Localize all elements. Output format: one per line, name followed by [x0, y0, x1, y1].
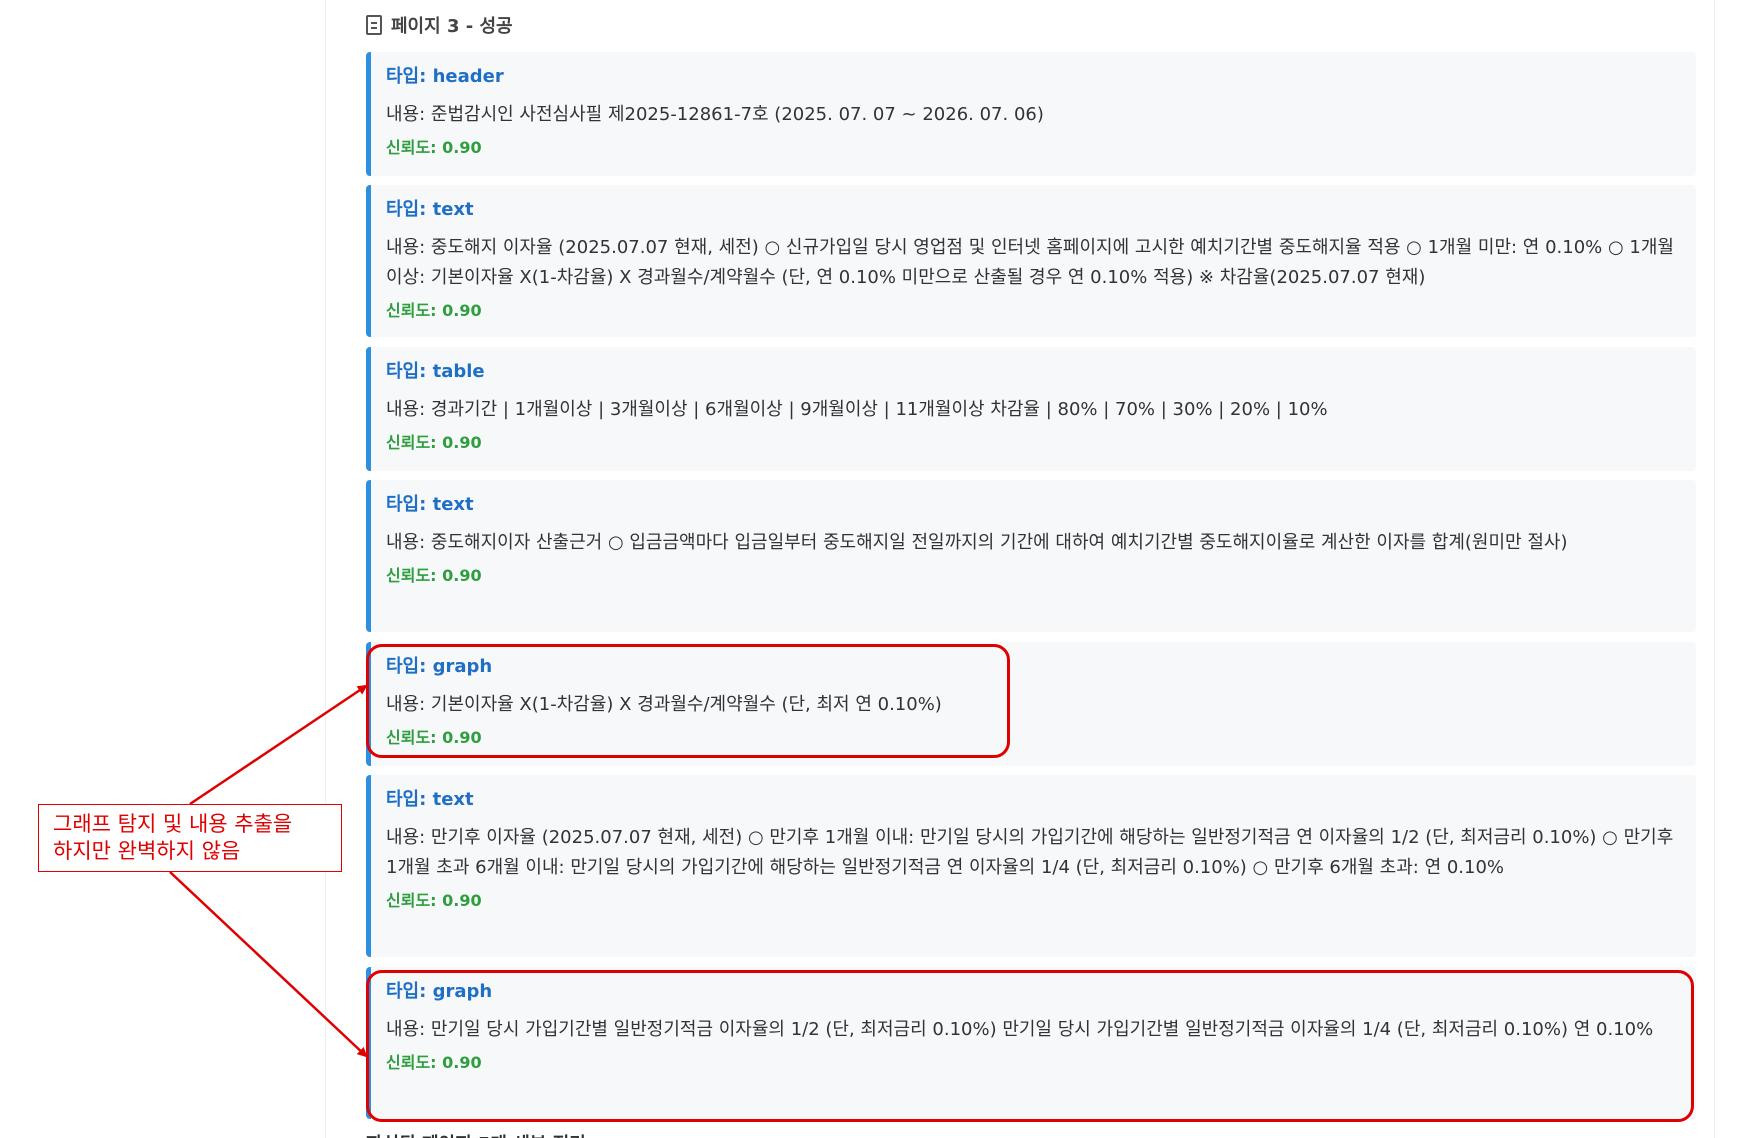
card-type: 타입: text [386, 494, 1684, 516]
result-card-text: 타입: text 내용: 중도해지이자 산출근거 ○ 입금금액마다 입금일부터 … [366, 480, 1696, 632]
type-prefix: 타입: [386, 789, 433, 810]
page-header: 페이지 3 - 성공 [366, 12, 513, 38]
result-card-text: 타입: text 내용: 만기후 이자율 (2025.07.07 현재, 세전)… [366, 775, 1696, 957]
type-value: text [432, 789, 474, 810]
card-confidence: 신뢰도: 0.90 [386, 728, 1684, 748]
content-prefix: 내용: [386, 237, 431, 258]
content-prefix: 내용: [386, 1019, 431, 1040]
card-content: 내용: 만기후 이자율 (2025.07.07 현재, 세전) ○ 만기후 1개… [386, 823, 1684, 883]
content-prefix: 내용: [386, 532, 431, 553]
type-value: graph [432, 981, 493, 1002]
card-confidence: 신뢰도: 0.90 [386, 138, 1684, 158]
content-value: 준법감시인 사전심사필 제2025-12861-7호 (2025. 07. 07… [430, 104, 1044, 125]
type-prefix: 타입: [386, 981, 433, 1002]
content-value: 경과기간 | 1개월이상 | 3개월이상 | 6개월이상 | 9개월이상 | 1… [430, 399, 1328, 420]
card-content: 내용: 기본이자율 X(1-차감율) X 경과월수/계약월수 (단, 최저 연 … [386, 690, 1684, 720]
card-confidence: 신뢰도: 0.90 [386, 566, 1684, 586]
content-value: 기본이자율 X(1-차감율) X 경과월수/계약월수 (단, 최저 연 0.10… [430, 694, 942, 715]
annotation-line-2: 하지만 완벽하지 않음 [53, 839, 241, 863]
result-card-graph: 타입: graph 내용: 만기일 당시 가입기간별 일반정기적금 이자율의 1… [366, 967, 1696, 1119]
confidence-prefix: 신뢰도: [386, 891, 443, 910]
card-content: 내용: 중도해지 이자율 (2025.07.07 현재, 세전) ○ 신규가입일… [386, 233, 1684, 293]
annotation-line-1: 그래프 탐지 및 내용 추출을 [53, 812, 293, 836]
type-prefix: 타입: [386, 656, 433, 677]
content-value: 중도해지 이자율 (2025.07.07 현재, 세전) ○ 신규가입일 당시 … [386, 237, 1674, 288]
card-type: 타입: graph [386, 981, 1684, 1003]
type-value: header [432, 66, 504, 87]
confidence-value: 0.90 [442, 728, 482, 747]
card-type: 타입: text [386, 789, 1684, 811]
screenshot-stage: 페이지 3 - 성공 타입: header 내용: 준법감시인 사전심사필 제2… [0, 0, 1738, 1138]
result-card-graph: 타입: graph 내용: 기본이자율 X(1-차감율) X 경과월수/계약월수… [366, 642, 1696, 766]
content-value: 중도해지이자 산출근거 ○ 입금금액마다 입금일부터 중도해지일 전일까지의 기… [430, 532, 1568, 553]
card-type: 타입: graph [386, 656, 1684, 678]
confidence-prefix: 신뢰도: [386, 433, 443, 452]
confidence-value: 0.90 [442, 1053, 482, 1072]
type-value: text [432, 199, 474, 220]
card-content: 내용: 만기일 당시 가입기간별 일반정기적금 이자율의 1/2 (단, 최저금… [386, 1015, 1684, 1045]
card-type: 타입: header [386, 66, 1684, 88]
card-confidence: 신뢰도: 0.90 [386, 1053, 1684, 1073]
type-prefix: 타입: [386, 494, 433, 515]
card-content: 내용: 중도해지이자 산출근거 ○ 입금금액마다 입금일부터 중도해지일 전일까… [386, 528, 1684, 558]
confidence-prefix: 신뢰도: [386, 728, 443, 747]
confidence-value: 0.90 [442, 891, 482, 910]
type-value: graph [432, 656, 493, 677]
content-value: 만기일 당시 가입기간별 일반정기적금 이자율의 1/2 (단, 최저금리 0.… [430, 1019, 1654, 1040]
confidence-value: 0.90 [442, 138, 482, 157]
confidence-value: 0.90 [442, 566, 482, 585]
content-prefix: 내용: [386, 399, 431, 420]
card-confidence: 신뢰도: 0.90 [386, 891, 1684, 911]
results-panel: 페이지 3 - 성공 타입: header 내용: 준법감시인 사전심사필 제2… [325, 0, 1715, 1138]
card-confidence: 신뢰도: 0.90 [386, 301, 1684, 321]
card-type: 타입: text [386, 199, 1684, 221]
card-confidence: 신뢰도: 0.90 [386, 433, 1684, 453]
result-card-text: 타입: text 내용: 중도해지 이자율 (2025.07.07 현재, 세전… [366, 185, 1696, 337]
card-content: 내용: 준법감시인 사전심사필 제2025-12861-7호 (2025. 07… [386, 100, 1684, 130]
type-prefix: 타입: [386, 199, 433, 220]
annotation-callout: 그래프 탐지 및 내용 추출을 하지만 완벽하지 않음 [38, 804, 342, 872]
card-content: 내용: 경과기간 | 1개월이상 | 3개월이상 | 6개월이상 | 9개월이상… [386, 395, 1684, 425]
confidence-prefix: 신뢰도: [386, 301, 443, 320]
content-value: 만기후 이자율 (2025.07.07 현재, 세전) ○ 만기후 1개월 이내… [386, 827, 1674, 878]
type-value: text [432, 494, 474, 515]
confidence-prefix: 신뢰도: [386, 138, 443, 157]
confidence-value: 0.90 [442, 433, 482, 452]
card-type: 타입: table [386, 361, 1684, 383]
result-card-header: 타입: header 내용: 준법감시인 사전심사필 제2025-12861-7… [366, 52, 1696, 176]
confidence-prefix: 신뢰도: [386, 1053, 443, 1072]
page-title: 페이지 3 - 성공 [391, 16, 513, 37]
confidence-value: 0.90 [442, 301, 482, 320]
content-prefix: 내용: [386, 104, 431, 125]
content-prefix: 내용: [386, 827, 431, 848]
document-icon [366, 15, 382, 35]
content-prefix: 내용: [386, 694, 431, 715]
result-card-table: 타입: table 내용: 경과기간 | 1개월이상 | 3개월이상 | 6개월… [366, 347, 1696, 471]
type-prefix: 타입: [386, 66, 433, 87]
confidence-prefix: 신뢰도: [386, 566, 443, 585]
section-heading-partial: 파싱된 페이지 5개 세부 정리 [366, 1130, 586, 1138]
type-prefix: 타입: [386, 361, 433, 382]
type-value: table [432, 361, 485, 382]
